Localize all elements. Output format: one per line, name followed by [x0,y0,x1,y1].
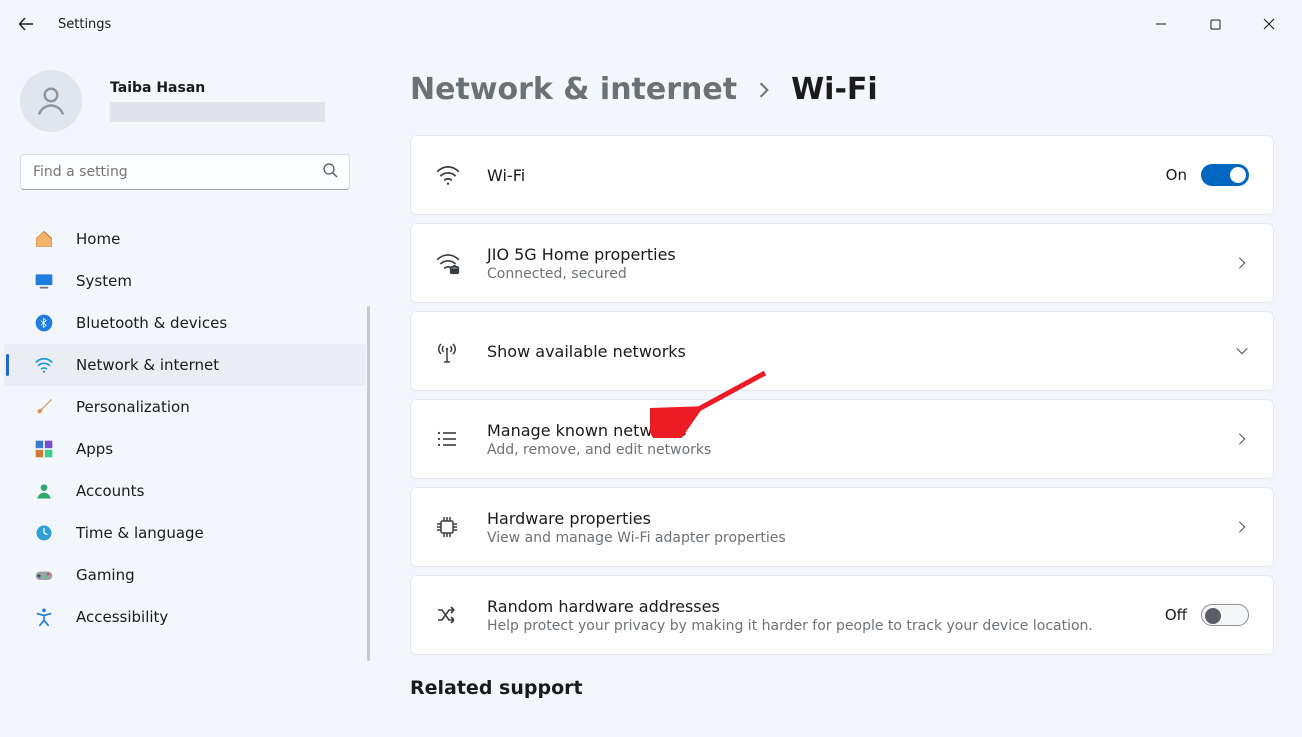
arrow-left-icon [18,16,34,32]
minimize-button[interactable] [1138,8,1184,40]
clock-globe-icon [34,523,62,543]
random-mac-toggle[interactable] [1201,604,1249,626]
shuffle-icon [435,603,473,627]
toggle-label: Off [1165,606,1187,624]
user-profile[interactable]: Taiba Hasan [0,64,370,146]
breadcrumb-current: Wi-Fi [791,72,878,107]
user-email-masked [110,102,325,122]
search-icon [322,162,338,182]
card-title: Manage known networks [487,421,1235,440]
card-manage-known[interactable]: Manage known networks Add, remove, and e… [410,399,1274,479]
accessibility-icon [34,607,62,627]
nav-label: Apps [76,440,113,458]
card-subtitle: Connected, secured [487,266,1235,282]
nav-label: Accessibility [76,608,168,626]
card-title: Show available networks [487,342,1235,361]
nav-item-home[interactable]: Home [0,218,370,260]
search-container [20,154,350,190]
chevron-right-icon [1235,432,1249,446]
nav-list: Home System Bluetooth & devices Network … [0,218,370,638]
nav-item-gaming[interactable]: Gaming [0,554,370,596]
bluetooth-icon [34,313,62,333]
nav-label: Bluetooth & devices [76,314,227,332]
card-wifi-toggle[interactable]: Wi-Fi On [410,135,1274,215]
chevron-down-icon [1235,344,1249,358]
chevron-right-icon [755,81,773,99]
card-show-available[interactable]: Show available networks [410,311,1274,391]
card-subtitle: Help protect your privacy by making it h… [487,618,1165,634]
wifi-toggle[interactable] [1201,164,1249,186]
nav-item-network[interactable]: Network & internet [4,344,366,386]
nav-label: Network & internet [76,356,219,374]
person-icon [33,83,69,119]
apps-icon [34,439,62,459]
chevron-right-icon [1235,256,1249,270]
wifi-icon [435,162,473,188]
card-title: JIO 5G Home properties [487,245,1235,264]
search-input[interactable] [20,154,350,190]
nav-label: Home [76,230,120,248]
minimize-icon [1155,18,1167,30]
nav-item-system[interactable]: System [0,260,370,302]
nav-label: Accounts [76,482,144,500]
nav-item-accessibility[interactable]: Accessibility [0,596,370,638]
close-button[interactable] [1246,8,1292,40]
nav-item-apps[interactable]: Apps [0,428,370,470]
card-random-mac[interactable]: Random hardware addresses Help protect y… [410,575,1274,655]
card-title: Wi-Fi [487,166,1166,185]
card-subtitle: Add, remove, and edit networks [487,442,1235,458]
maximize-button[interactable] [1192,8,1238,40]
nav-label: Personalization [76,398,190,416]
maximize-icon [1210,19,1221,30]
avatar [20,70,82,132]
title-bar: Settings [0,0,1302,48]
card-current-network[interactable]: JIO 5G Home properties Connected, secure… [410,223,1274,303]
toggle-label: On [1166,166,1187,184]
brush-icon [34,397,62,417]
window-controls [1138,8,1292,40]
nav-label: Time & language [76,524,204,542]
breadcrumb: Network & internet Wi-Fi [410,72,1274,107]
chevron-right-icon [1235,520,1249,534]
antenna-icon [435,338,473,364]
accounts-icon [34,481,62,501]
sidebar: Taiba Hasan Home System [0,48,370,737]
content: Network & internet Wi-Fi Wi-Fi On [370,48,1302,737]
nav-item-accounts[interactable]: Accounts [0,470,370,512]
breadcrumb-parent[interactable]: Network & internet [410,72,737,107]
card-title: Random hardware addresses [487,597,1165,616]
home-icon [34,229,62,249]
nav-item-bluetooth[interactable]: Bluetooth & devices [0,302,370,344]
nav-item-personalization[interactable]: Personalization [0,386,370,428]
close-icon [1263,18,1275,30]
back-button[interactable] [10,8,42,40]
card-subtitle: View and manage Wi-Fi adapter properties [487,530,1235,546]
user-name: Taiba Hasan [110,80,325,96]
chip-icon [435,515,473,539]
wifi-icon [34,355,62,375]
system-icon [34,271,62,291]
related-support-heading: Related support [410,677,1274,699]
window-title: Settings [58,17,111,32]
card-title: Hardware properties [487,509,1235,528]
wifi-lock-icon [435,250,473,276]
nav-label: System [76,272,132,290]
list-icon [435,427,473,451]
nav-item-time-language[interactable]: Time & language [0,512,370,554]
nav-label: Gaming [76,566,135,584]
card-hardware[interactable]: Hardware properties View and manage Wi-F… [410,487,1274,567]
gamepad-icon [34,565,62,585]
